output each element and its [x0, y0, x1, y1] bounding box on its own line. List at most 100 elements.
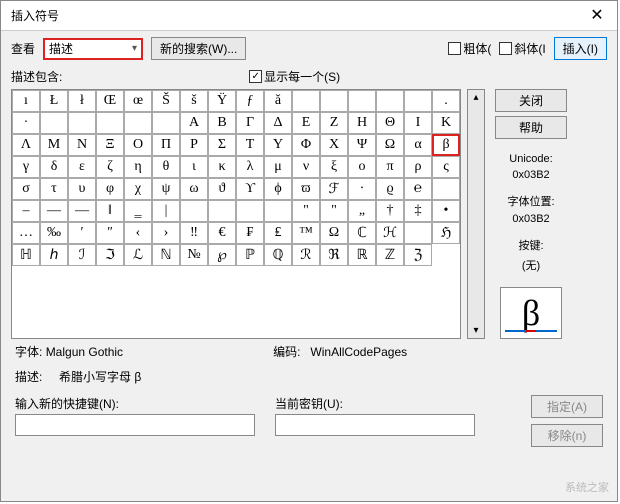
char-cell[interactable]: ℝ: [348, 244, 376, 266]
char-cell[interactable]: Δ: [264, 112, 292, 134]
char-cell[interactable]: ℕ: [152, 244, 180, 266]
char-cell[interactable]: ℙ: [236, 244, 264, 266]
char-cell[interactable]: Ρ: [180, 134, 208, 156]
char-cell[interactable]: [152, 112, 180, 134]
char-cell[interactable]: ı: [12, 90, 40, 112]
char-cell[interactable]: [208, 200, 236, 222]
character-grid[interactable]: ıŁłŒœŠšŸƒǎ.·ΑΒΓΔΕΖΗΘΙΚΛΜΝΞΟΠΡΣΤΥΦΧΨΩαβγδ…: [11, 89, 461, 339]
char-cell[interactable]: ™: [292, 222, 320, 244]
char-cell[interactable]: σ: [12, 178, 40, 200]
char-cell[interactable]: ι: [180, 156, 208, 178]
char-cell[interactable]: ₣: [236, 222, 264, 244]
char-cell[interactable]: œ: [124, 90, 152, 112]
view-dropdown[interactable]: 描述 ▾: [43, 38, 143, 60]
char-cell[interactable]: β: [432, 134, 460, 156]
char-cell[interactable]: ℌ: [432, 222, 460, 244]
assign-button[interactable]: 指定(A): [531, 395, 603, 418]
current-key-input[interactable]: [275, 414, 475, 436]
char-cell[interactable]: ℘: [208, 244, 236, 266]
char-cell[interactable]: [432, 178, 460, 200]
char-cell[interactable]: θ: [152, 156, 180, 178]
char-cell[interactable]: ∙: [348, 178, 376, 200]
char-cell[interactable]: λ: [236, 156, 264, 178]
char-cell[interactable]: ς: [432, 156, 460, 178]
char-cell[interactable]: Ζ: [320, 112, 348, 134]
char-cell[interactable]: ‹: [124, 222, 152, 244]
char-cell[interactable]: [320, 90, 348, 112]
char-cell[interactable]: [68, 112, 96, 134]
char-cell[interactable]: ″: [96, 222, 124, 244]
char-cell[interactable]: ψ: [152, 178, 180, 200]
char-cell[interactable]: [292, 90, 320, 112]
char-cell[interactable]: ρ: [404, 156, 432, 178]
char-cell[interactable]: ο: [348, 156, 376, 178]
char-cell[interactable]: [348, 90, 376, 112]
scroll-up-icon[interactable]: ▴: [473, 92, 478, 103]
char-cell[interactable]: χ: [124, 178, 152, 200]
char-cell[interactable]: ℱ: [320, 178, 348, 200]
char-cell[interactable]: ℎ: [40, 244, 68, 266]
char-cell[interactable]: „: [348, 200, 376, 222]
char-cell[interactable]: ℐ: [68, 244, 96, 266]
char-cell[interactable]: ℜ: [320, 244, 348, 266]
char-cell[interactable]: [236, 200, 264, 222]
char-cell[interactable]: φ: [96, 178, 124, 200]
char-cell[interactable]: Ι: [404, 112, 432, 134]
char-cell[interactable]: α: [404, 134, 432, 156]
char-cell[interactable]: [180, 200, 208, 222]
char-cell[interactable]: [376, 90, 404, 112]
insert-button[interactable]: 插入(I): [554, 37, 607, 60]
char-cell[interactable]: ε: [68, 156, 96, 178]
char-cell[interactable]: ℮: [404, 178, 432, 200]
char-cell[interactable]: ϕ: [264, 178, 292, 200]
char-cell[interactable]: Φ: [292, 134, 320, 156]
char-cell[interactable]: Α: [180, 112, 208, 134]
char-cell[interactable]: ℤ: [376, 244, 404, 266]
char-cell[interactable]: Β: [208, 112, 236, 134]
char-cell[interactable]: ℍ: [12, 244, 40, 266]
char-cell[interactable]: ϖ: [292, 178, 320, 200]
char-cell[interactable]: ϑ: [208, 178, 236, 200]
char-cell[interactable]: [404, 90, 432, 112]
char-cell[interactable]: [40, 112, 68, 134]
italic-checkbox[interactable]: 斜体(I: [499, 40, 545, 57]
char-cell[interactable]: Η: [348, 112, 376, 134]
char-cell[interactable]: ": [320, 200, 348, 222]
char-cell[interactable]: Λ: [12, 134, 40, 156]
char-cell[interactable]: .: [432, 90, 460, 112]
char-cell[interactable]: ξ: [320, 156, 348, 178]
char-cell[interactable]: Γ: [236, 112, 264, 134]
char-cell[interactable]: ł: [68, 90, 96, 112]
char-cell[interactable]: Μ: [40, 134, 68, 156]
char-cell[interactable]: …: [12, 222, 40, 244]
char-cell[interactable]: Ÿ: [208, 90, 236, 112]
char-cell[interactable]: Χ: [320, 134, 348, 156]
char-cell[interactable]: Ξ: [96, 134, 124, 156]
char-cell[interactable]: Π: [152, 134, 180, 156]
char-cell[interactable]: ǎ: [264, 90, 292, 112]
char-cell[interactable]: ·: [12, 112, 40, 134]
char-cell[interactable]: •: [432, 200, 460, 222]
char-cell[interactable]: Σ: [208, 134, 236, 156]
char-cell[interactable]: ϱ: [376, 178, 404, 200]
char-cell[interactable]: ℂ: [348, 222, 376, 244]
show-each-checkbox[interactable]: ✓ 显示每一个(S): [249, 68, 340, 85]
char-cell[interactable]: ": [292, 200, 320, 222]
char-cell[interactable]: ‼: [180, 222, 208, 244]
help-button[interactable]: 帮助: [495, 116, 567, 139]
char-cell[interactable]: τ: [40, 178, 68, 200]
char-cell[interactable]: Ω: [376, 134, 404, 156]
char-cell[interactable]: ‰: [40, 222, 68, 244]
char-cell[interactable]: †: [376, 200, 404, 222]
char-cell[interactable]: ℨ: [404, 244, 432, 266]
char-cell[interactable]: ‗: [124, 200, 152, 222]
char-cell[interactable]: ζ: [96, 156, 124, 178]
char-cell[interactable]: Υ: [264, 134, 292, 156]
close-button[interactable]: 关闭: [495, 89, 567, 112]
char-cell[interactable]: ϒ: [236, 178, 264, 200]
char-cell[interactable]: [96, 112, 124, 134]
char-cell[interactable]: ℛ: [292, 244, 320, 266]
char-cell[interactable]: Š: [152, 90, 180, 112]
char-cell[interactable]: [124, 112, 152, 134]
char-cell[interactable]: ℑ: [96, 244, 124, 266]
